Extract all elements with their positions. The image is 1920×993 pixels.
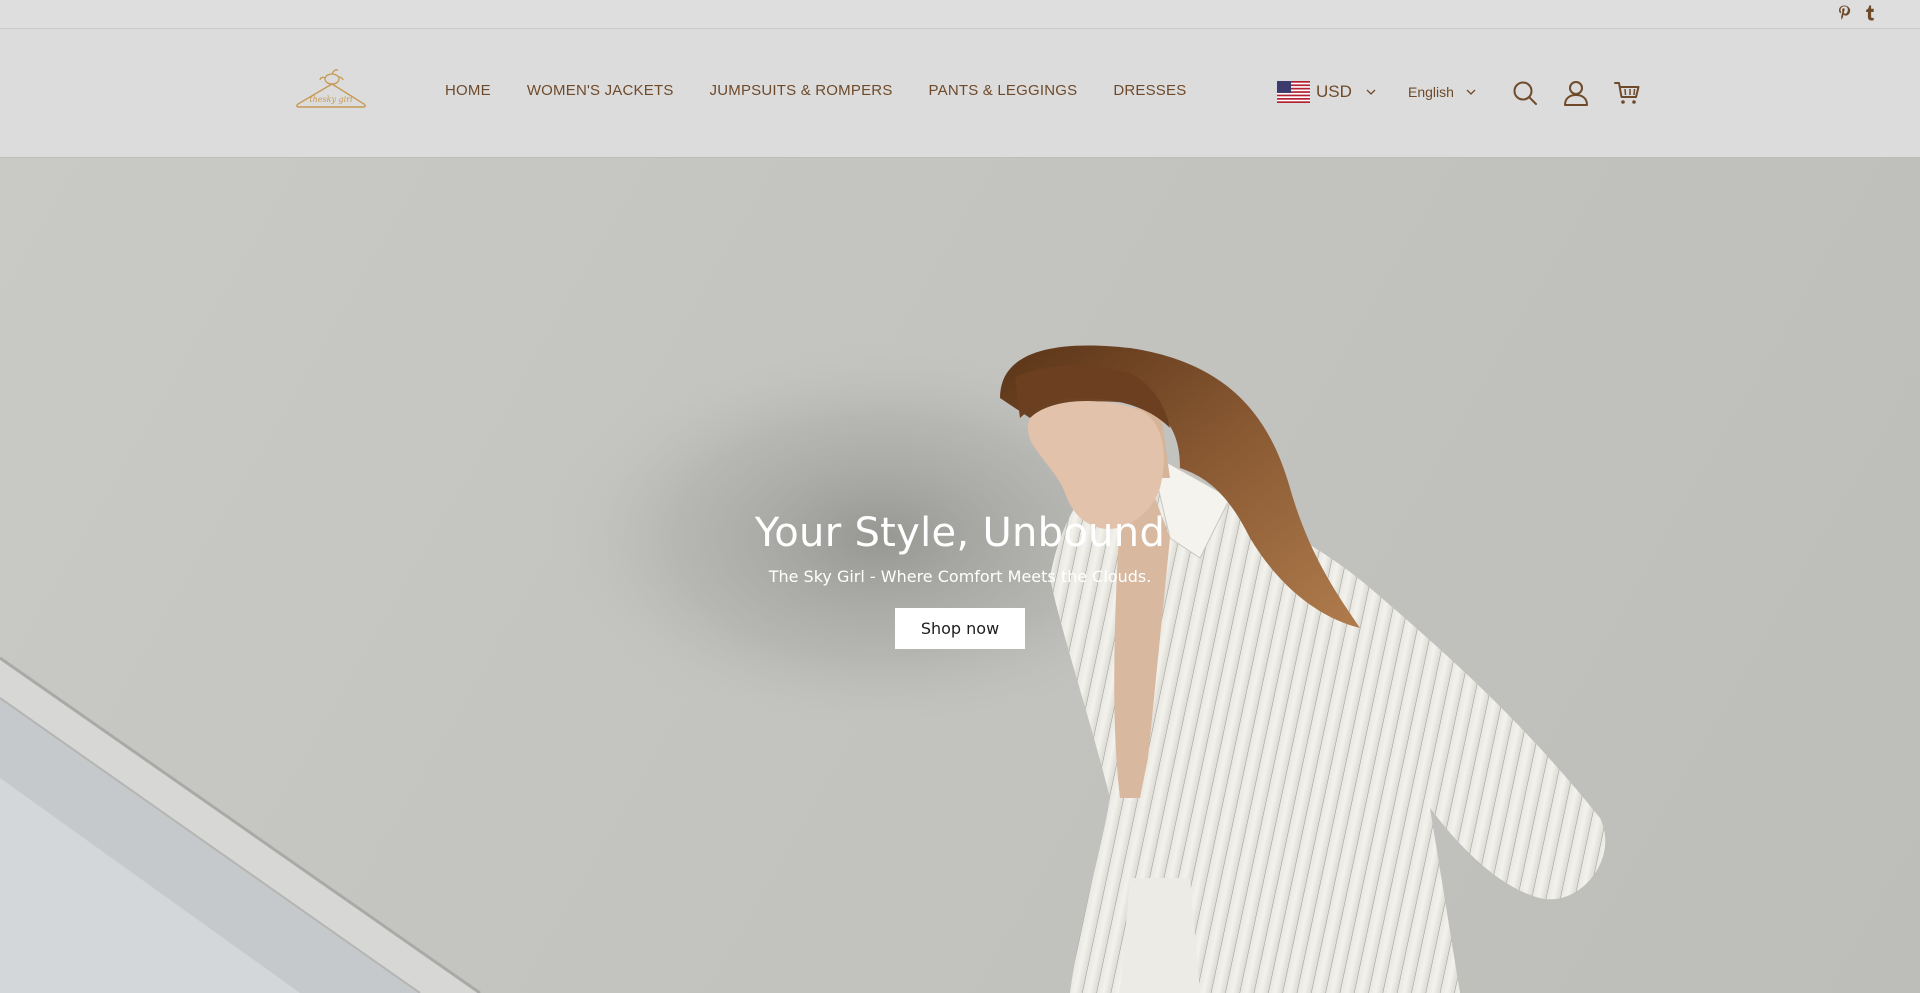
language-label: English (1408, 84, 1454, 100)
cart-button[interactable] (1613, 79, 1641, 107)
hero-subtitle: The Sky Girl - Where Comfort Meets the C… (768, 567, 1152, 586)
currency-label: USD (1316, 82, 1352, 101)
announcement-bar (0, 0, 1920, 29)
nav-home[interactable]: HOME (445, 81, 491, 101)
hanger-logo: thesky girl (296, 69, 366, 108)
tumblr-icon[interactable] (1862, 4, 1878, 22)
nav-pants-leggings[interactable]: PANTS & LEGGINGS (929, 81, 1078, 101)
site-logo[interactable]: thesky girl (292, 65, 370, 115)
search-icon (1513, 81, 1537, 105)
currency-selector[interactable]: USD (1277, 81, 1376, 103)
hero-title: Your Style, Unbound (754, 510, 1166, 556)
svg-text:thesky girl: thesky girl (309, 95, 353, 104)
nav-womens-jackets[interactable]: WOMEN'S JACKETS (527, 81, 674, 101)
chevron-down-icon (1366, 89, 1376, 95)
main-nav: HOME WOMEN'S JACKETS JUMPSUITS & ROMPERS… (445, 81, 1186, 101)
site-header: thesky girl HOME WOMEN'S JACKETS JUMPSUI… (0, 29, 1920, 158)
hero-banner: Your Style, Unbound The Sky Girl - Where… (0, 158, 1920, 993)
nav-jumpsuits-rompers[interactable]: JUMPSUITS & ROMPERS (710, 81, 893, 101)
cart-icon (1614, 82, 1640, 104)
account-button[interactable] (1562, 79, 1590, 107)
language-selector[interactable]: English (1408, 82, 1476, 102)
chevron-down-icon (1466, 89, 1476, 95)
account-icon (1564, 81, 1588, 106)
nav-dresses[interactable]: DRESSES (1113, 81, 1186, 101)
hero-content: Your Style, Unbound The Sky Girl - Where… (660, 508, 1260, 649)
pinterest-icon[interactable] (1836, 4, 1852, 22)
shop-now-button[interactable]: Shop now (895, 608, 1025, 649)
us-flag-icon (1277, 81, 1310, 103)
social-links (1836, 4, 1878, 22)
search-button[interactable] (1511, 79, 1539, 107)
